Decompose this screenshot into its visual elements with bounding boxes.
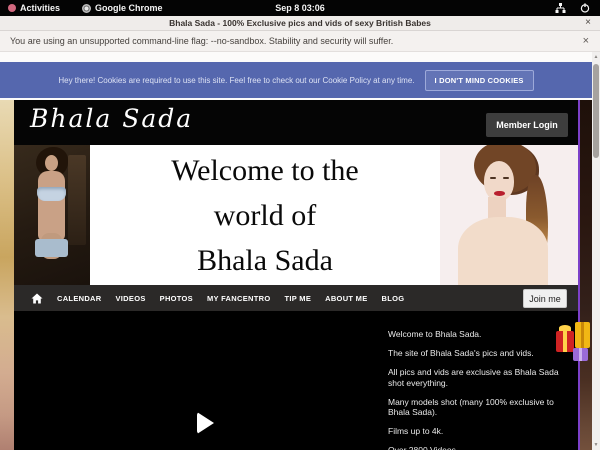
window-title: Bhala Sada - 100% Exclusive pics and vid… <box>169 18 431 28</box>
infobar-close-icon[interactable]: × <box>583 35 589 47</box>
nav-item-photos[interactable]: PHOTOS <box>160 294 193 303</box>
stat-videos: Over 2800 Videos <box>388 445 566 450</box>
site-header: Bhala Sada Member Login <box>14 100 578 145</box>
gift-red <box>556 331 574 352</box>
gift-gold <box>575 322 590 348</box>
video-play-icon[interactable] <box>197 412 214 434</box>
cookie-message: Hey there! Cookies are required to use t… <box>58 76 414 85</box>
nav-item-calendar[interactable]: CALENDAR <box>57 294 101 303</box>
site-container: Bhala Sada Member Login Welcome to the w… <box>14 100 578 450</box>
page-viewport: Hey there! Cookies are required to use t… <box>0 52 600 450</box>
hero-line-1: Welcome to the <box>90 148 440 193</box>
nav-item-videos[interactable]: VIDEOS <box>115 294 145 303</box>
nav-item-about-me[interactable]: ABOUT ME <box>325 294 367 303</box>
site-nav: CALENDAR VIDEOS PHOTOS MY FANCENTRO TIP … <box>14 285 578 311</box>
nav-item-my-fancentro[interactable]: MY FANCENTRO <box>207 294 270 303</box>
join-me-button[interactable]: Join me <box>523 289 567 308</box>
gifts-icon[interactable] <box>555 322 599 366</box>
window-titlebar[interactable]: Bhala Sada - 100% Exclusive pics and vid… <box>0 16 600 31</box>
background-image-left <box>0 100 14 450</box>
system-top-bar: Activities Google Chrome Sep 8 03:06 <box>0 0 600 16</box>
about-line: Welcome to Bhala Sada. <box>388 329 566 340</box>
clock[interactable]: Sep 8 03:06 <box>0 3 600 13</box>
scroll-down-icon[interactable]: ▼ <box>592 442 600 448</box>
nav-item-tip-me[interactable]: TIP ME <box>284 294 311 303</box>
scrollbar[interactable]: ▲ ▼ <box>592 52 600 450</box>
cookie-accept-button[interactable]: I DON'T MIND COOKIES <box>425 70 534 91</box>
about-line: Films up to 4k. <box>388 426 566 437</box>
site-logo[interactable]: Bhala Sada <box>30 104 193 133</box>
member-login-button[interactable]: Member Login <box>486 113 568 137</box>
home-icon[interactable] <box>31 293 43 304</box>
hero-line-2: world of <box>90 193 440 238</box>
chrome-infobar: You are using an unsupported command-lin… <box>0 31 600 52</box>
main-content: Welcome to Bhala Sada. The site of Bhala… <box>14 311 578 450</box>
background-image-right <box>578 100 592 450</box>
gift-purple <box>573 348 588 361</box>
cookie-notice-bar: Hey there! Cookies are required to use t… <box>0 62 592 98</box>
scroll-up-icon[interactable]: ▲ <box>592 54 600 60</box>
hero-line-3: Bhala Sada <box>90 238 440 283</box>
window-close-icon[interactable]: × <box>585 17 591 28</box>
hero-model-photo-left <box>14 145 90 285</box>
hero-welcome-text: Welcome to the world of Bhala Sada <box>90 145 440 285</box>
hero-banner: Welcome to the world of Bhala Sada <box>14 145 578 285</box>
about-line: Many models shot (many 100% exclusive to… <box>388 397 566 419</box>
infobar-message: You are using an unsupported command-lin… <box>10 36 393 46</box>
about-text: Welcome to Bhala Sada. The site of Bhala… <box>388 329 566 450</box>
hero-model-photo-right <box>440 145 578 285</box>
about-line: The site of Bhala Sada's pics and vids. <box>388 348 566 359</box>
nav-item-blog[interactable]: BLOG <box>382 294 405 303</box>
about-line: All pics and vids are exclusive as Bhala… <box>388 367 566 389</box>
scrollbar-thumb[interactable] <box>593 64 599 158</box>
